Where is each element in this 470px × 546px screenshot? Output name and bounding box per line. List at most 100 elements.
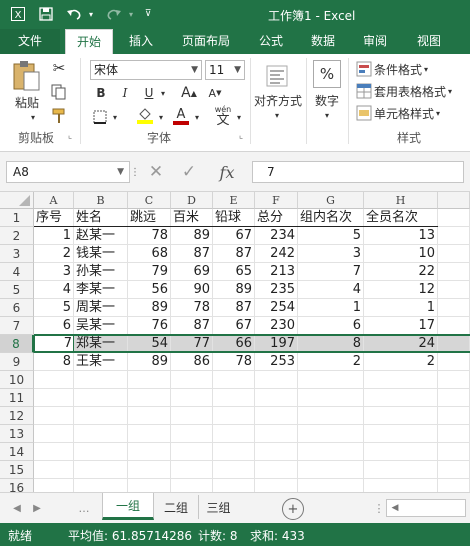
table-cell[interactable] xyxy=(438,209,470,227)
table-cell[interactable]: 78 xyxy=(128,227,171,245)
row-header-6[interactable]: 6 xyxy=(0,299,34,317)
row-header-1[interactable]: 1 xyxy=(0,209,34,227)
underline-dropdown-icon[interactable]: ▾ xyxy=(158,86,168,100)
row-header-15[interactable]: 15 xyxy=(0,461,34,479)
scroll-left-arrow-icon[interactable]: ◀ xyxy=(389,501,401,515)
column-header-d[interactable]: D xyxy=(171,192,213,209)
table-cell[interactable] xyxy=(213,425,255,443)
table-cell[interactable] xyxy=(171,389,213,407)
tab-splitter-icon[interactable]: ⋮ xyxy=(374,499,385,517)
undo-icon[interactable] xyxy=(64,5,84,23)
table-cell[interactable] xyxy=(298,461,364,479)
save-icon[interactable] xyxy=(36,5,56,23)
table-cell[interactable] xyxy=(171,407,213,425)
table-cell[interactable] xyxy=(74,443,128,461)
customize-qat-icon[interactable]: ⊽ xyxy=(142,5,154,23)
format-painter-icon[interactable] xyxy=(48,106,70,126)
table-cell[interactable]: 孙某一 xyxy=(74,263,128,281)
table-cell[interactable]: 87 xyxy=(171,245,213,263)
paste-icon[interactable] xyxy=(8,60,44,92)
column-header-c[interactable]: C xyxy=(128,192,171,209)
paste-dropdown-icon[interactable]: ▾ xyxy=(28,112,38,122)
borders-icon[interactable] xyxy=(90,108,110,126)
table-cell[interactable]: 78 xyxy=(213,353,255,371)
row-header-4[interactable]: 4 xyxy=(0,263,34,281)
phonetic-dropdown-icon[interactable]: ▾ xyxy=(234,110,244,124)
table-cell[interactable] xyxy=(74,389,128,407)
table-cell[interactable] xyxy=(438,281,470,299)
table-cell[interactable]: 8 xyxy=(298,335,364,353)
table-cell[interactable]: 87 xyxy=(213,299,255,317)
table-cell[interactable] xyxy=(438,227,470,245)
table-cell[interactable] xyxy=(255,389,298,407)
table-cell[interactable] xyxy=(364,371,438,389)
formula-input[interactable]: 7 xyxy=(252,161,464,183)
table-cell[interactable]: 89 xyxy=(213,281,255,299)
table-cell[interactable]: 4 xyxy=(298,281,364,299)
row-header-2[interactable]: 2 xyxy=(0,227,34,245)
table-cell[interactable]: 4 xyxy=(34,281,74,299)
column-header-f[interactable]: F xyxy=(255,192,298,209)
percent-icon[interactable]: % xyxy=(313,60,341,88)
name-box[interactable]: A8 ▼ xyxy=(6,161,130,183)
copy-icon[interactable] xyxy=(48,82,70,102)
table-cell[interactable]: 89 xyxy=(128,299,171,317)
table-cell[interactable]: 89 xyxy=(128,353,171,371)
table-cell[interactable]: 周某一 xyxy=(74,299,128,317)
table-cell[interactable] xyxy=(364,443,438,461)
undo-dropdown-icon[interactable]: ▾ xyxy=(86,5,96,23)
table-cell[interactable]: 李某一 xyxy=(74,281,128,299)
table-cell[interactable] xyxy=(34,425,74,443)
tab-review[interactable]: 审阅 xyxy=(352,29,398,54)
table-cell[interactable] xyxy=(438,479,470,492)
table-cell[interactable]: 87 xyxy=(171,317,213,335)
row-header-9[interactable]: 9 xyxy=(0,353,34,371)
header-cell[interactable]: 铅球 xyxy=(213,209,255,227)
table-cell[interactable] xyxy=(74,407,128,425)
row-header-10[interactable]: 10 xyxy=(0,371,34,389)
table-cell[interactable]: 69 xyxy=(171,263,213,281)
phonetic-button[interactable]: wén 文 xyxy=(210,104,236,128)
table-cell[interactable] xyxy=(298,371,364,389)
table-cell[interactable]: 吴某一 xyxy=(74,317,128,335)
insert-function-button[interactable]: fx xyxy=(210,161,244,183)
table-cell[interactable]: 3 xyxy=(298,245,364,263)
row-header-16[interactable]: 16 xyxy=(0,479,34,492)
column-header-e[interactable]: E xyxy=(213,192,255,209)
table-cell[interactable] xyxy=(74,461,128,479)
table-cell[interactable] xyxy=(364,389,438,407)
alignment-dropdown-icon[interactable]: ▾ xyxy=(272,110,282,120)
table-cell[interactable]: 13 xyxy=(364,227,438,245)
table-cell[interactable] xyxy=(438,299,470,317)
table-cell[interactable] xyxy=(74,425,128,443)
table-cell[interactable]: 7 xyxy=(298,263,364,281)
font-color-button[interactable]: A xyxy=(170,106,192,126)
cell-style-icon[interactable] xyxy=(355,104,373,122)
table-cell[interactable] xyxy=(438,245,470,263)
header-cell[interactable]: 序号 xyxy=(34,209,74,227)
font-size-select[interactable]: 11 ▼ xyxy=(205,60,245,80)
table-cell[interactable]: 1 xyxy=(34,227,74,245)
fill-color-button[interactable] xyxy=(134,106,156,126)
column-header-b[interactable]: B xyxy=(74,192,128,209)
table-cell[interactable] xyxy=(213,407,255,425)
table-cell[interactable]: 钱某一 xyxy=(74,245,128,263)
table-cell[interactable]: 66 xyxy=(213,335,255,353)
paste-button[interactable]: 粘贴 xyxy=(10,94,44,110)
table-cell[interactable]: 2 xyxy=(364,353,438,371)
table-cell[interactable] xyxy=(34,407,74,425)
redo-dropdown-icon[interactable]: ▾ xyxy=(126,5,136,23)
font-name-select[interactable]: 宋体 ▼ xyxy=(90,60,202,80)
table-cell[interactable] xyxy=(438,443,470,461)
horizontal-scrollbar[interactable]: ◀ xyxy=(386,499,466,517)
underline-button[interactable]: U xyxy=(140,84,158,102)
table-cell[interactable]: 254 xyxy=(255,299,298,317)
table-cell[interactable] xyxy=(298,389,364,407)
sheet-tab-2[interactable]: 二组 xyxy=(156,495,196,519)
table-cell[interactable] xyxy=(34,389,74,407)
table-cell[interactable]: 6 xyxy=(298,317,364,335)
table-cell[interactable]: 89 xyxy=(171,227,213,245)
table-cell[interactable]: 56 xyxy=(128,281,171,299)
table-cell[interactable] xyxy=(213,389,255,407)
conditional-format-icon[interactable] xyxy=(355,60,373,78)
